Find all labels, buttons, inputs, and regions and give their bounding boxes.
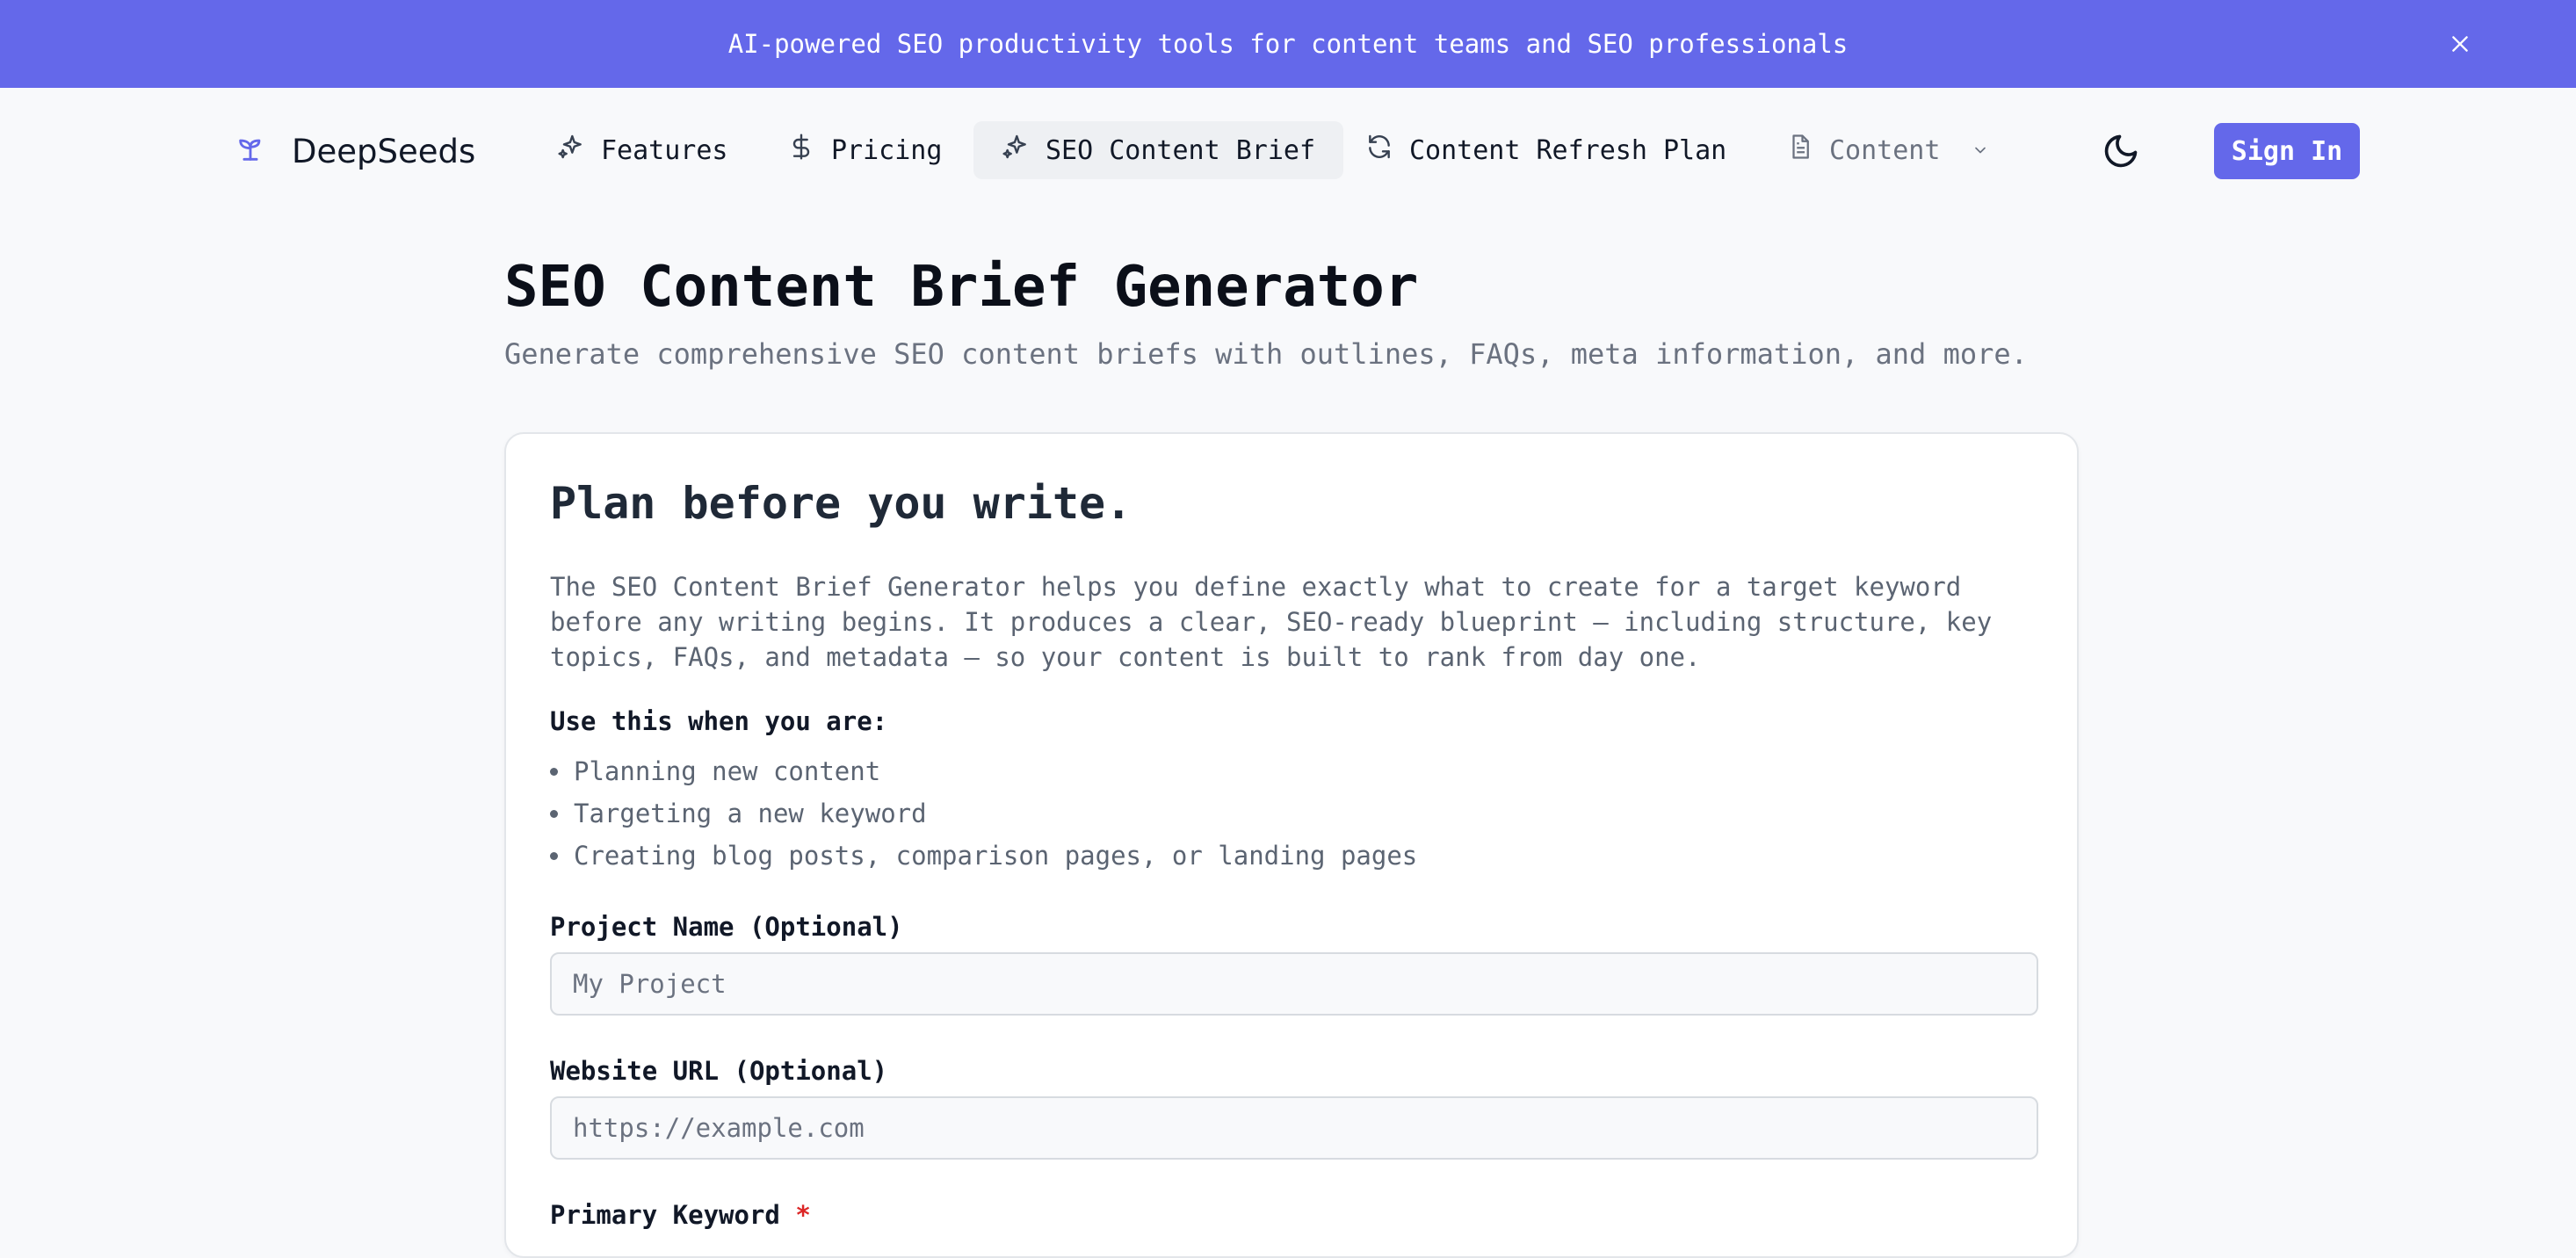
moon-icon[interactable] xyxy=(2100,130,2142,172)
brief-form-card: Plan before you write. The SEO Content B… xyxy=(504,432,2079,1258)
sign-in-button[interactable]: Sign In xyxy=(2214,123,2360,179)
refresh-icon xyxy=(1365,133,1393,168)
primary-keyword-label: Primary Keyword * xyxy=(550,1200,811,1230)
bullet-icon xyxy=(550,809,558,818)
primary-keyword-label-text: Primary Keyword xyxy=(550,1200,780,1230)
announcement-banner: AI-powered SEO productivity tools for co… xyxy=(0,0,2576,88)
website-url-label: Website URL (Optional) xyxy=(550,1056,888,1086)
nav-pricing[interactable]: Pricing xyxy=(759,121,970,179)
nav-content-dropdown[interactable]: Content xyxy=(1759,121,2017,179)
chevron-down-icon xyxy=(1972,135,1989,166)
page-title: SEO Content Brief Generator xyxy=(504,255,1419,320)
list-item-text: Targeting a new keyword xyxy=(574,799,927,828)
list-item-text: Planning new content xyxy=(574,756,881,786)
sprout-icon xyxy=(235,134,265,168)
nav-label: SEO Content Brief xyxy=(1046,134,1316,166)
logo-text: DeepSeeds xyxy=(292,132,476,170)
sparkles-icon xyxy=(1002,133,1030,168)
nav-features[interactable]: Features xyxy=(529,121,756,179)
list-item-text: Creating blog posts, comparison pages, o… xyxy=(574,841,1418,871)
nav-seo-content-brief[interactable]: SEO Content Brief xyxy=(973,121,1344,179)
list-item: Creating blog posts, comparison pages, o… xyxy=(550,835,1417,877)
close-icon[interactable] xyxy=(2442,26,2478,61)
nav-label: Content Refresh Plan xyxy=(1409,134,1727,166)
bullet-icon xyxy=(550,767,558,776)
logo[interactable]: DeepSeeds xyxy=(235,130,475,172)
page-subtitle: Generate comprehensive SEO content brief… xyxy=(504,337,2028,371)
list-item: Targeting a new keyword xyxy=(550,792,1417,835)
list-item: Planning new content xyxy=(550,750,1417,792)
use-cases-label: Use this when you are: xyxy=(550,706,888,736)
banner-text: AI-powered SEO productivity tools for co… xyxy=(727,29,1849,59)
website-url-input[interactable] xyxy=(550,1096,2038,1160)
top-navigation: DeepSeeds Features Pricing SEO Content B… xyxy=(0,88,2576,214)
project-name-input[interactable] xyxy=(550,952,2038,1016)
sparkles-icon xyxy=(557,133,585,168)
nav-label: Features xyxy=(601,134,728,166)
nav-label: Content xyxy=(1829,134,1941,166)
nav-content-refresh-plan[interactable]: Content Refresh Plan xyxy=(1337,121,1755,179)
project-name-label: Project Name (Optional) xyxy=(550,912,903,942)
card-heading: Plan before you write. xyxy=(550,478,1132,529)
document-icon xyxy=(1787,134,1813,167)
bullet-icon xyxy=(550,851,558,860)
use-cases-list: Planning new content Targeting a new key… xyxy=(550,750,1417,877)
nav-label: Pricing xyxy=(831,134,943,166)
card-description: The SEO Content Brief Generator helps yo… xyxy=(550,572,1993,672)
required-marker: * xyxy=(795,1200,811,1230)
dollar-icon xyxy=(787,133,815,168)
